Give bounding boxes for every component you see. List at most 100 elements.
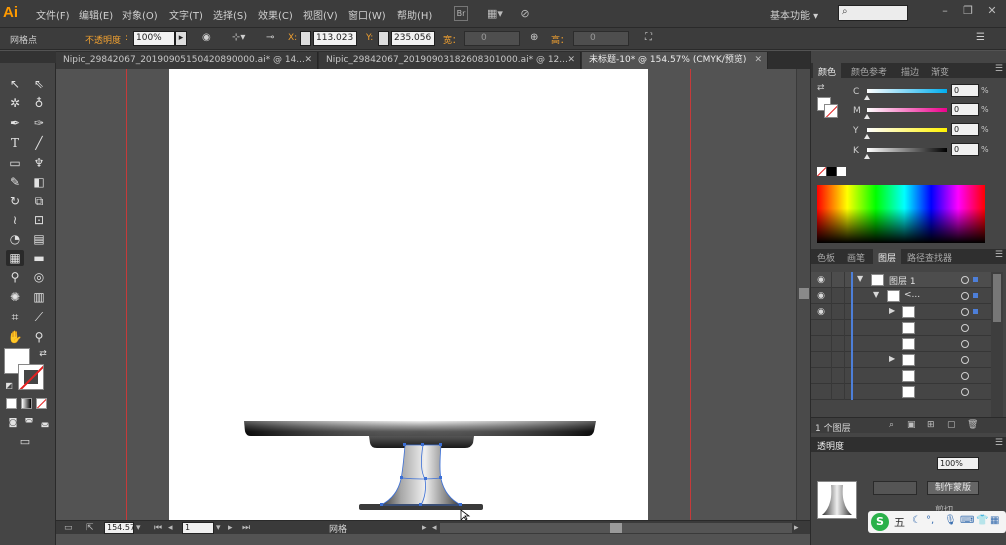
artboard-tool-icon[interactable]: ⌗ [6,309,24,325]
workspace-switcher[interactable]: 基本功能 ▾ [770,7,818,22]
color-panel-menu-icon[interactable]: ☰ [995,64,1003,74]
reference-point-icon[interactable]: ⊹▾ [232,32,245,43]
magenta-slider-knob[interactable] [864,114,870,119]
link-proportions-icon[interactable]: ⊕ [530,32,538,43]
gradient-mode-icon[interactable] [21,398,32,409]
y-field[interactable]: 235.056 [391,31,435,46]
selection-tool-icon[interactable]: ↖ [6,76,24,92]
tab-transparency[interactable]: 透明度 [817,439,844,452]
expand-triangle-icon[interactable]: ▶ [889,354,895,363]
lasso-tool-icon[interactable]: ♁ [30,95,48,111]
target-circle-icon[interactable] [961,276,969,284]
stroke-color-swatch[interactable] [18,364,44,390]
y-stepper-icon[interactable] [378,31,389,46]
lock-toggle[interactable] [831,384,845,400]
tab-close-icon[interactable]: ✕ [567,52,575,68]
black-field[interactable]: 0 [951,143,979,156]
sogou-logo[interactable]: S [871,513,889,531]
layers-scroll-thumb[interactable] [993,274,1001,322]
target-circle-icon[interactable] [961,340,969,348]
opacity-label[interactable]: 不透明度 [85,33,121,46]
canvas-area[interactable] [56,69,796,520]
lock-toggle[interactable] [831,368,845,384]
selection-indicator[interactable] [973,277,978,282]
new-layer-icon[interactable]: ▢ [947,420,956,430]
lock-toggle[interactable] [831,272,845,288]
hand-tool-icon[interactable]: ✋ [6,329,24,345]
target-circle-icon[interactable] [961,324,969,332]
clipping-mask-icon[interactable]: ▣ [907,420,916,430]
horizontal-scroll-thumb[interactable] [610,523,622,533]
skin-icon[interactable]: 👕 [976,515,988,526]
layers-panel-menu-icon[interactable]: ☰ [995,250,1003,260]
tab-gradient[interactable]: 渐变 [931,65,949,78]
cake-stand[interactable] [244,421,596,510]
default-fill-stroke-icon[interactable]: ◩ [0,378,18,394]
layers-list[interactable]: ◉ ▼ 图层 1 ◉ ▼ <... ◉ ▶ ▶ [811,272,991,417]
keyboard-icon[interactable]: ⌨ [960,515,974,526]
tab-document-3[interactable]: 未标题-10* @ 154.57% (CMYK/预览) ✕ [582,52,768,69]
page-dropdown-icon[interactable]: ▾ [216,522,221,534]
menu-view[interactable]: 视图(V) [303,7,338,22]
shape-builder-tool-icon[interactable]: ◔ [6,231,24,247]
cyan-slider-knob[interactable] [864,95,870,100]
panel-stroke-swatch[interactable] [824,104,838,118]
layer-row[interactable]: ◉ ▼ <... [811,288,991,304]
scroll-right-icon[interactable]: ▸ [794,522,799,534]
height-field[interactable]: 0 [573,31,629,46]
zoom-field[interactable]: 154.57 [104,522,135,534]
lock-toggle[interactable] [831,304,845,320]
tools-panel-header[interactable] [0,51,56,63]
tab-swatches[interactable]: 色板 [817,251,835,264]
next-page-icon[interactable]: ▸ [228,522,233,534]
control-panel-menu-icon[interactable]: ☰ [976,32,985,43]
color-spectrum-picker[interactable] [817,185,985,243]
layer-row[interactable] [811,384,991,400]
export-icon[interactable]: ⇱ [86,522,94,534]
black-slider-knob[interactable] [864,154,870,159]
menu-object[interactable]: 对象(O) [122,7,158,22]
x-field[interactable]: 113.023 [313,31,357,46]
yellow-slider[interactable] [867,128,947,132]
lock-toggle[interactable] [831,336,845,352]
scroll-left-icon[interactable]: ◂ [432,522,437,534]
microphone-icon[interactable]: 🎙 [944,515,957,526]
eraser-tool-icon[interactable]: ◧ [30,174,48,190]
lock-toggle[interactable] [831,320,845,336]
bridge-button[interactable]: Br [454,6,468,21]
layer-row[interactable] [811,336,991,352]
close-icon[interactable]: ✕ [982,4,1002,18]
mesh-tool-icon[interactable]: ▦ [6,250,24,266]
menu-help[interactable]: 帮助(H) [397,7,432,22]
recolor-artwork-icon[interactable]: ◉ [202,32,211,43]
paintbrush-tool-icon[interactable]: ♆ [30,155,48,171]
opacity-dropdown-icon[interactable]: ▸ [175,31,187,46]
warp-tool-icon[interactable]: ≀ [6,212,24,228]
draw-inside-icon[interactable]: ◛ [36,415,54,431]
grid-menu-icon[interactable]: ▦ [990,515,999,526]
delete-layer-icon[interactable]: 🗑 [967,420,978,430]
black-slider[interactable] [867,148,947,152]
align-icon[interactable]: ⊸ [266,32,274,43]
pencil-tool-icon[interactable]: ✎ [6,174,24,190]
width-field[interactable]: 0 [464,31,520,46]
transparency-opacity-field[interactable]: 100% [937,457,979,470]
arrange-documents-icon[interactable]: ▦▾ [484,6,506,21]
tab-stroke[interactable]: 描边 [901,65,919,78]
screen-mode-icon[interactable]: ▭ [16,434,34,450]
make-mask-button[interactable]: 制作蒙版 [927,481,979,495]
artboard[interactable] [169,69,648,520]
color-mode-icon[interactable] [6,398,17,409]
vertical-scroll-thumb[interactable] [799,288,809,299]
minimize-icon[interactable]: – [935,4,955,18]
magic-wand-tool-icon[interactable]: ✲ [6,95,24,111]
tab-close-icon[interactable]: ✕ [304,52,312,68]
new-sublayer-icon[interactable]: ⊞ [927,420,935,430]
white-swatch[interactable] [837,167,846,176]
black-swatch[interactable] [827,167,836,176]
target-circle-icon[interactable] [961,308,969,316]
yellow-field[interactable]: 0 [951,123,979,136]
menu-select[interactable]: 选择(S) [213,7,247,22]
rotate-tool-icon[interactable]: ↻ [6,193,24,209]
help-search-input[interactable]: ⌕ [838,5,908,21]
